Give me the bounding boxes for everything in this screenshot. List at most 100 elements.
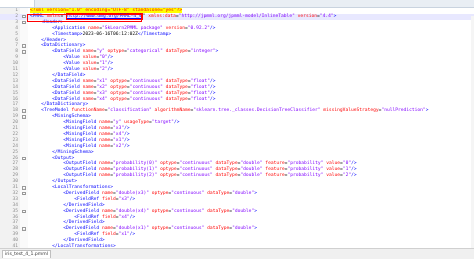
fold-toggle-icon[interactable]: - — [22, 115, 26, 119]
xml-attribute-value: "0" — [99, 55, 108, 61]
fold-toggle-icon[interactable]: - — [22, 156, 26, 161]
fold-toggle-icon[interactable]: - — [22, 227, 26, 231]
xml-tag: > — [333, 13, 337, 19]
xml-attribute-value: "2" — [99, 67, 108, 72]
fold-toggle-icon[interactable]: - — [22, 191, 26, 196]
xml-attribute-name: optype — [151, 190, 169, 196]
xml-tag: /> — [209, 78, 216, 84]
xml-attribute-value: "categorical" — [126, 49, 163, 55]
xml-text — [30, 102, 41, 107]
xml-attribute-name: optype — [151, 208, 169, 214]
xml-tag: <Application — [52, 25, 89, 31]
xml-text — [30, 144, 63, 149]
xml-tag: <OutputField — [63, 161, 100, 167]
fold-toggle-icon[interactable]: - — [22, 50, 26, 54]
xml-attribute-name: missingValueStrategy — [323, 108, 379, 114]
xml-tag: /> — [351, 161, 357, 167]
fold-toggle-icon[interactable]: - — [22, 186, 26, 190]
fold-toggle-icon[interactable]: - — [22, 109, 26, 113]
xml-text — [30, 55, 63, 60]
xml-tag: <Timestamp> — [52, 31, 83, 37]
xml-tag: </DerivedField> — [63, 202, 105, 208]
xml-attribute-name: value — [82, 61, 97, 67]
xml-attribute-value: "x2" — [113, 143, 125, 149]
bottom-tab-strip — [0, 248, 474, 259]
xml-tag: <MiningField — [63, 126, 100, 131]
xml-tag: /> — [129, 196, 136, 202]
xml-tag: <FieldRef — [74, 196, 102, 202]
xml-attribute-value: "x1" — [113, 137, 125, 143]
xml-attribute-value: "SkLearn2PMML package" — [101, 25, 163, 31]
xml-tag: <Value — [63, 61, 83, 67]
xml-tag: /> — [351, 167, 357, 173]
xml-text — [30, 61, 63, 66]
xml-attribute-name: xmlns:data — [148, 13, 176, 19]
xml-attribute-name: name — [101, 190, 114, 196]
xml-attribute-value: "double" — [232, 226, 255, 232]
xml-attribute-name: name — [101, 226, 114, 232]
xml-attribute-name: field — [101, 232, 116, 238]
xml-attribute-name: optype — [151, 226, 169, 232]
xml-tag: </DataDictionary> — [41, 102, 89, 108]
xml-attribute-value: "double(x1)" — [115, 226, 149, 232]
xml-tag: /> — [209, 84, 216, 90]
xml-tag: > — [254, 226, 257, 232]
xml-editor[interactable]: 1 <?xml version="1.0" encoding="UTF-8" st… — [0, 8, 474, 248]
xml-attribute-value: "integer" — [190, 49, 216, 55]
xml-tag: </MiningSchema> — [52, 149, 94, 155]
xml-tag: /> — [124, 137, 130, 143]
xml-text — [30, 238, 63, 243]
xml-text — [30, 197, 74, 202]
xml-attribute-value: "classification" — [107, 108, 152, 114]
xml-tag: <TreeModel — [41, 108, 72, 114]
file-tab[interactable]: iris_test_4_1.pmml — [2, 250, 51, 258]
xml-text — [30, 167, 63, 172]
fold-toggle-icon[interactable]: - — [22, 14, 26, 19]
xml-attribute-value: "float" — [190, 90, 210, 96]
xml-attribute-value: "x4" — [113, 131, 125, 137]
xml-text — [30, 85, 52, 90]
xml-attribute-value: "continuous" — [129, 90, 163, 96]
xml-attribute-name: name — [99, 120, 111, 126]
xml-text — [30, 120, 63, 125]
xml-attribute-value: "0" — [342, 161, 352, 167]
xml-attribute-value: "float" — [190, 96, 210, 102]
xml-attribute-value: "continuous" — [129, 78, 163, 84]
xml-attribute-value: "0.92.2" — [187, 25, 210, 31]
xml-text — [30, 209, 63, 214]
xml-text — [30, 191, 63, 196]
fold-toggle-icon[interactable]: - — [22, 44, 26, 48]
xml-tag: <MiningField — [63, 131, 100, 137]
xml-text: 2023-06-16T06:12:02Z — [82, 31, 138, 37]
xml-attribute-name: name — [82, 78, 94, 84]
xml-attribute-name: dataType — [165, 84, 188, 90]
xml-attribute-value: "x2" — [96, 84, 108, 90]
xml-text — [30, 67, 63, 72]
editor-tab-active[interactable] — [0, 0, 35, 7]
xml-tag: <DataField — [52, 78, 83, 84]
xml-tag: <FieldRef — [74, 232, 102, 238]
xml-attribute-value: "continuous" — [179, 173, 213, 179]
xml-tag: <OutputField — [63, 167, 100, 173]
xml-attribute-value: "1" — [99, 61, 108, 67]
xml-text — [30, 26, 52, 31]
xml-attribute-name: version — [165, 25, 185, 31]
xml-attribute-value: "target" — [151, 120, 174, 126]
xml-attribute-value: "double" — [240, 167, 263, 173]
xml-tag: /> — [209, 96, 216, 102]
xml-attribute-value: "sklearn.tree._classes.DecisionTreeClass… — [193, 108, 321, 114]
xml-attribute-value: "continuous" — [129, 96, 163, 102]
fold-toggle-icon[interactable]: - — [22, 20, 26, 25]
xml-attribute-name: name — [82, 96, 94, 102]
xml-attribute-value: "x3" — [96, 90, 108, 96]
xml-text — [30, 114, 52, 119]
xml-attribute-name: feature — [265, 167, 285, 173]
xml-attribute-name: optype — [110, 90, 127, 96]
xml-attribute-name: dataType — [165, 78, 188, 84]
xml-attribute-value: "x1" — [118, 232, 130, 238]
xml-attribute-name: name — [99, 173, 111, 179]
xml-attribute-name: optype — [160, 161, 177, 167]
fold-toggle-icon[interactable]: - — [22, 209, 26, 214]
xml-attribute-name: algorithmName — [154, 108, 191, 114]
xml-tag: /> — [129, 214, 136, 220]
